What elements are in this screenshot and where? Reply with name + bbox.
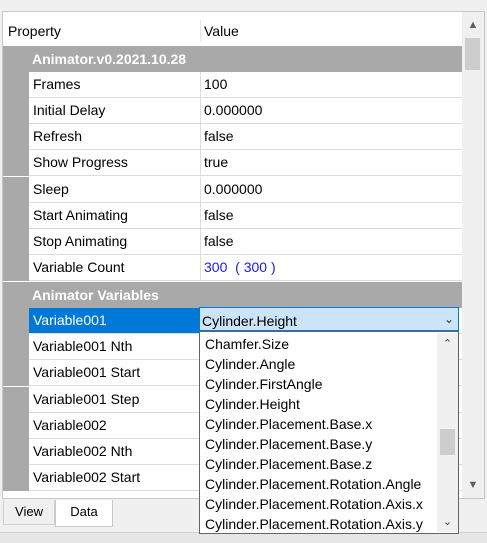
row-gutter xyxy=(3,98,29,124)
variable-count-value[interactable]: 300 ( 300 ) xyxy=(204,259,276,275)
property-name: Variable001 Step xyxy=(33,391,140,407)
property-column-header[interactable]: Property xyxy=(8,23,61,39)
property-name: Initial Delay xyxy=(33,102,106,118)
property-name: Variable Count xyxy=(33,259,125,275)
property-row-variable-count[interactable]: Variable Count 300 ( 300 ) xyxy=(3,255,462,281)
property-name: Refresh xyxy=(33,128,83,144)
row-gutter xyxy=(3,334,29,360)
vertical-scrollbar[interactable]: ▲ ▼ xyxy=(462,12,484,498)
group-title: Animator.v0.2021.10.28 xyxy=(32,51,187,67)
property-value[interactable]: false xyxy=(204,233,234,249)
dropdown-option[interactable]: Cylinder.Placement.Rotation.Axis.x xyxy=(205,496,423,516)
dropdown-option[interactable]: Cylinder.FirstAngle xyxy=(205,376,323,396)
dropdown-option[interactable]: Cylinder.Placement.Rotation.Angle xyxy=(205,476,421,496)
property-row-initial-delay[interactable]: Initial Delay 0.000000 xyxy=(3,98,462,124)
tab-data[interactable]: Data xyxy=(55,500,113,527)
property-name: Frames xyxy=(33,76,81,92)
property-name: Variable002 Start xyxy=(33,469,141,485)
dropdown-option[interactable]: Cylinder.Height xyxy=(205,396,300,416)
property-value[interactable]: 100 xyxy=(204,76,227,92)
column-divider[interactable] xyxy=(200,20,201,42)
dropdown-scrollbar-thumb[interactable] xyxy=(440,429,455,455)
row-gutter xyxy=(3,308,29,334)
row-gutter xyxy=(3,387,29,413)
row-gutter xyxy=(3,203,29,229)
dropdown-option[interactable]: Cylinder.Placement.Base.y xyxy=(205,436,372,456)
group-animator[interactable]: Animator.v0.2021.10.28 xyxy=(3,46,462,72)
property-name: Variable001 Start xyxy=(33,364,141,380)
row-gutter xyxy=(3,255,29,281)
property-value[interactable]: 0.000000 xyxy=(204,102,262,118)
property-row-show-progress[interactable]: Show Progress true xyxy=(3,150,462,176)
property-name: Show Progress xyxy=(33,154,128,170)
row-gutter xyxy=(3,360,29,386)
dropdown-option[interactable]: Cylinder.Placement.Rotation.Axis.y xyxy=(205,516,423,533)
row-gutter xyxy=(3,439,29,465)
row-gutter xyxy=(3,177,29,203)
dropdown-scrollbar[interactable]: ⌃ ⌄ xyxy=(437,333,458,532)
property-name: Start Animating xyxy=(33,207,128,223)
row-gutter xyxy=(3,465,29,491)
property-name: Variable002 Nth xyxy=(33,443,133,459)
chevron-down-icon[interactable]: ⌄ xyxy=(437,513,458,531)
property-value[interactable]: 0.000000 xyxy=(204,181,262,197)
property-row-start-animating[interactable]: Start Animating false xyxy=(3,203,462,229)
tab-view[interactable]: View xyxy=(3,500,55,525)
dropdown-option[interactable]: Cylinder.Placement.Base.x xyxy=(205,416,372,436)
property-header: Property Value xyxy=(3,12,462,46)
combo-selected-value: Cylinder.Height xyxy=(202,313,297,329)
row-gutter xyxy=(3,72,29,98)
property-name: Variable001 xyxy=(33,312,107,328)
property-row-sleep[interactable]: Sleep 0.000000 xyxy=(3,177,462,203)
group-title: Animator Variables xyxy=(32,287,159,303)
property-name: Stop Animating xyxy=(33,233,128,249)
dropdown-option[interactable]: Cylinder.Angle xyxy=(205,356,295,376)
chevron-up-icon[interactable]: ▲ xyxy=(462,16,484,34)
property-value[interactable]: false xyxy=(204,128,234,144)
row-gutter xyxy=(3,150,29,176)
property-name: Variable001 Nth xyxy=(33,338,133,354)
chevron-down-icon[interactable]: ⌄ xyxy=(444,312,454,326)
scrollbar-thumb[interactable] xyxy=(465,38,480,70)
dropdown-option[interactable]: Cylinder.Placement.Base.z xyxy=(205,456,372,476)
property-row-frames[interactable]: Frames 100 xyxy=(3,72,462,98)
row-gutter xyxy=(3,413,29,439)
variable-dropdown-list[interactable]: Chamfer.Size Cylinder.Angle Cylinder.Fir… xyxy=(199,331,459,534)
value-column-header[interactable]: Value xyxy=(204,23,239,39)
row-gutter xyxy=(3,124,29,150)
property-row-refresh[interactable]: Refresh false xyxy=(3,124,462,150)
chevron-down-icon[interactable]: ▼ xyxy=(462,476,484,494)
chevron-up-icon[interactable]: ⌃ xyxy=(437,335,458,353)
dropdown-option[interactable]: Chamfer.Size xyxy=(205,336,289,356)
row-gutter xyxy=(3,229,29,255)
property-value[interactable]: false xyxy=(204,207,234,223)
property-name: Sleep xyxy=(33,181,69,197)
property-name: Variable002 xyxy=(33,417,107,433)
property-row-stop-animating[interactable]: Stop Animating false xyxy=(3,229,462,255)
property-value[interactable]: true xyxy=(204,154,228,170)
variable-select-combo[interactable]: Cylinder.Height ⌄ xyxy=(199,307,459,331)
group-animator-variables[interactable]: Animator Variables xyxy=(3,282,462,308)
